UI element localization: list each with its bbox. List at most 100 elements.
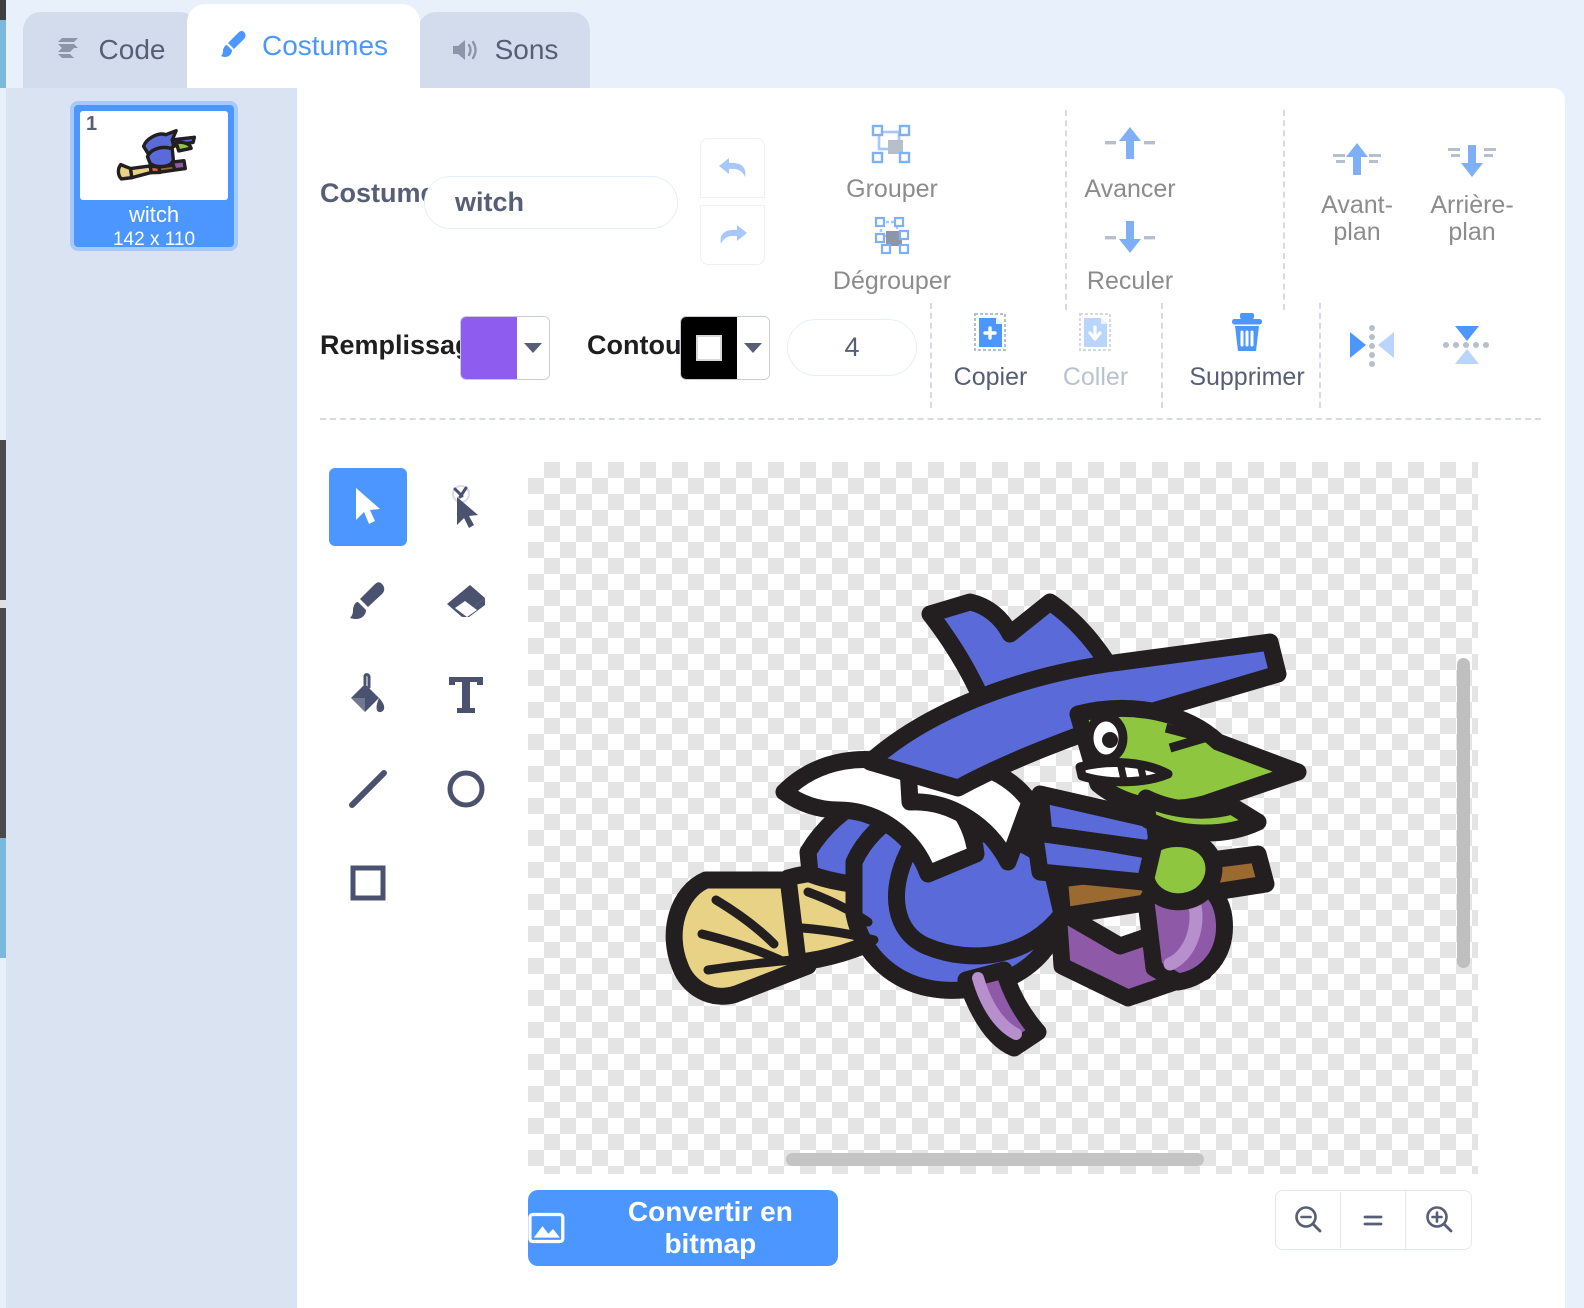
toolbar-divider bbox=[1161, 303, 1163, 408]
group-icon bbox=[869, 120, 915, 170]
flip-vertical-button[interactable] bbox=[1422, 320, 1512, 370]
redo-arrow-icon bbox=[720, 225, 747, 244]
zoom-in-button[interactable] bbox=[1406, 1191, 1471, 1249]
costume-field-label: Costume bbox=[320, 178, 436, 208]
zoom-reset-button[interactable] bbox=[1341, 1191, 1406, 1249]
stroke-label: Contour bbox=[587, 330, 692, 360]
delete-button[interactable]: Supprimer bbox=[1177, 308, 1317, 391]
chevron-down-icon bbox=[736, 317, 769, 379]
costume-size-label: 142 x 110 bbox=[112, 229, 196, 250]
text-t-icon bbox=[449, 677, 483, 713]
chevron-down-icon bbox=[516, 317, 549, 379]
send-to-back-button[interactable]: Arrière-plan bbox=[1407, 136, 1537, 246]
zoom-out-button[interactable] bbox=[1276, 1191, 1341, 1249]
undo-arrow-icon bbox=[718, 158, 745, 177]
move-forward-icon bbox=[1103, 120, 1157, 170]
eraser-icon bbox=[447, 585, 485, 617]
stroke-color-preview bbox=[681, 317, 737, 379]
tab-costumes[interactable]: Costumes bbox=[187, 4, 420, 88]
flip-horizontal-icon bbox=[1342, 320, 1402, 370]
stroke-width-input[interactable] bbox=[787, 319, 917, 376]
backward-button[interactable]: Reculer bbox=[1065, 212, 1195, 295]
tool-circle[interactable] bbox=[427, 750, 505, 828]
send-to-back-icon bbox=[1445, 136, 1499, 186]
paint-editor-panel: Costume witch Grouper Dégrouper Avancer … bbox=[297, 88, 1565, 1308]
paint-bucket-icon bbox=[351, 673, 385, 713]
tab-label: Costumes bbox=[261, 30, 389, 61]
copy-label: Copier bbox=[953, 363, 1028, 391]
tab-bar: Code Costumes Sons bbox=[6, 0, 1584, 88]
flip-horizontal-button[interactable] bbox=[1327, 320, 1417, 370]
tool-text[interactable] bbox=[427, 656, 505, 734]
canvas-horizontal-scrollbar[interactable] bbox=[786, 1153, 1204, 1166]
ungroup-icon bbox=[869, 212, 915, 262]
equals-icon bbox=[1363, 1215, 1383, 1226]
drawing-canvas[interactable] bbox=[528, 462, 1478, 1174]
forward-button[interactable]: Avancer bbox=[1065, 120, 1195, 203]
trash-icon bbox=[1225, 308, 1269, 358]
tab-label: Sons bbox=[494, 34, 559, 65]
toolbar-divider bbox=[930, 303, 932, 408]
tool-brush[interactable] bbox=[329, 562, 407, 640]
backward-label: Reculer bbox=[1086, 267, 1174, 295]
redo-button[interactable] bbox=[700, 205, 765, 265]
image-icon bbox=[528, 1212, 565, 1244]
circle-icon bbox=[447, 770, 485, 808]
send-to-back-label: Arrière-plan bbox=[1430, 191, 1514, 246]
tool-select[interactable] bbox=[329, 468, 407, 546]
tool-rectangle[interactable] bbox=[329, 844, 407, 922]
zoom-in-icon bbox=[1425, 1206, 1452, 1233]
speaker-icon bbox=[450, 37, 482, 63]
ungroup-label: Dégrouper bbox=[832, 267, 952, 295]
paste-label: Coller bbox=[1062, 363, 1129, 391]
tool-reshape[interactable] bbox=[427, 468, 505, 546]
square-icon bbox=[350, 865, 386, 901]
undo-button[interactable] bbox=[700, 138, 765, 198]
toolbar-horizontal-divider bbox=[320, 418, 1541, 420]
arrow-cursor-icon bbox=[356, 488, 380, 524]
tool-eraser[interactable] bbox=[427, 562, 505, 640]
paste-icon bbox=[1074, 308, 1118, 358]
toolbar-divider bbox=[1283, 110, 1285, 310]
witch-thumbnail-art bbox=[116, 129, 197, 181]
convert-to-bitmap-label: Convertir en bitmap bbox=[627, 1196, 793, 1259]
costume-name-label: witch bbox=[128, 202, 180, 227]
bring-to-front-icon bbox=[1330, 136, 1384, 186]
costume-thumbnail bbox=[80, 111, 228, 200]
delete-label: Supprimer bbox=[1189, 363, 1305, 391]
costume-name-input[interactable] bbox=[424, 176, 678, 229]
copy-icon bbox=[969, 308, 1013, 358]
paintbrush-icon bbox=[219, 30, 249, 62]
witch-artwork bbox=[665, 593, 1307, 1057]
fill-color-preview bbox=[461, 317, 517, 379]
line-icon bbox=[349, 770, 387, 808]
tab-label: Code bbox=[98, 34, 166, 65]
forward-label: Avancer bbox=[1084, 175, 1176, 203]
canvas-vertical-scrollbar[interactable] bbox=[1457, 658, 1470, 968]
zoom-out-icon bbox=[1295, 1206, 1322, 1233]
costume-index: 1 bbox=[86, 113, 98, 135]
paintbrush-icon bbox=[350, 582, 385, 619]
tab-code[interactable]: Code bbox=[23, 12, 198, 88]
code-blocks-icon bbox=[56, 37, 86, 63]
toolbar-divider bbox=[1319, 303, 1321, 408]
zoom-controls bbox=[1275, 1190, 1472, 1250]
ungroup-button[interactable]: Dégrouper bbox=[827, 212, 957, 295]
tool-fill[interactable] bbox=[329, 656, 407, 734]
move-backward-icon bbox=[1103, 212, 1157, 262]
fill-color-swatch[interactable] bbox=[460, 316, 550, 380]
flip-vertical-icon bbox=[1437, 320, 1497, 370]
tab-sons[interactable]: Sons bbox=[418, 12, 590, 88]
group-button[interactable]: Grouper bbox=[827, 120, 957, 203]
bring-to-front-button[interactable]: Avant-plan bbox=[1292, 136, 1422, 246]
paste-button[interactable]: Coller bbox=[1043, 308, 1148, 391]
costume-list-sidebar: 1 witch 142 x 110 bbox=[6, 88, 297, 1308]
stroke-color-swatch[interactable] bbox=[680, 316, 770, 380]
reshape-node-icon bbox=[452, 485, 478, 528]
convert-to-bitmap-button[interactable]: Convertir en bitmap bbox=[528, 1190, 838, 1266]
bring-to-front-label: Avant-plan bbox=[1321, 191, 1393, 246]
tool-line[interactable] bbox=[329, 750, 407, 828]
group-label: Grouper bbox=[846, 175, 938, 203]
copy-button[interactable]: Copier bbox=[938, 308, 1043, 391]
costume-list-item[interactable]: 1 witch 142 x 110 bbox=[70, 101, 238, 251]
